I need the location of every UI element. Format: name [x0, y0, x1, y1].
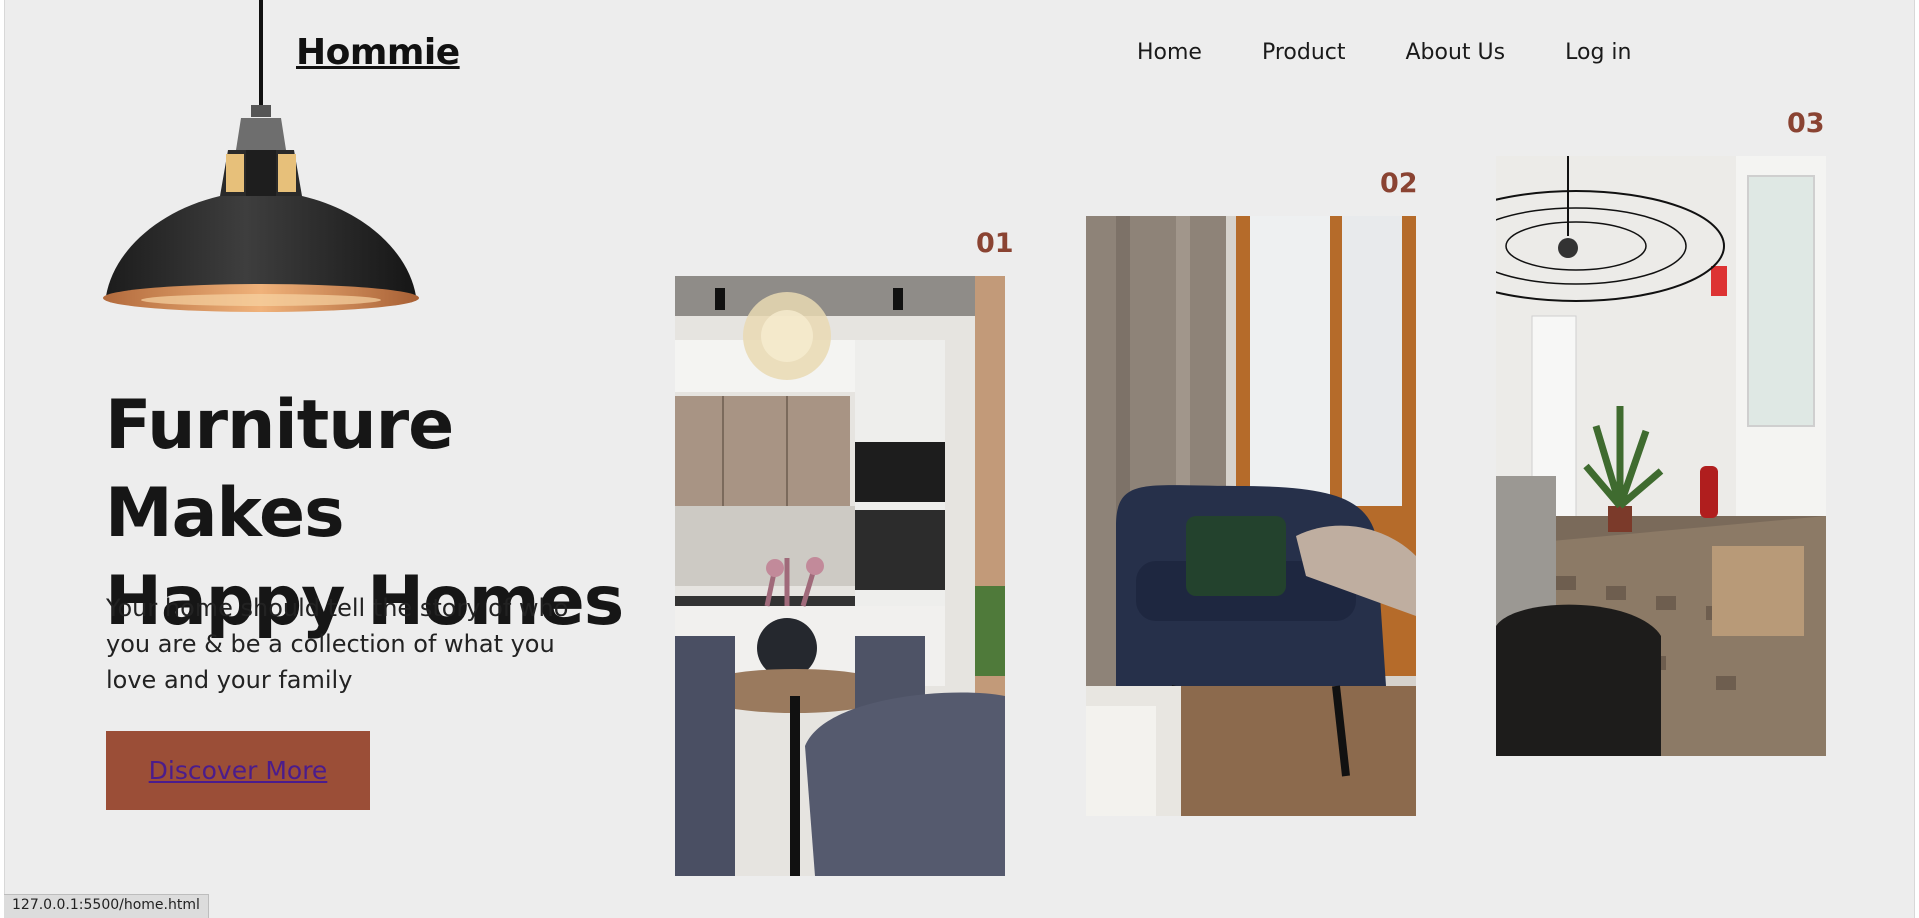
nav-about-us[interactable]: About Us [1406, 40, 1506, 65]
status-bar-url: 127.0.0.1:5500/home.html [4, 894, 209, 918]
gallery-number-3: 03 [1787, 108, 1825, 139]
gallery-number-2: 02 [1380, 168, 1418, 199]
kitchen-photo [675, 276, 1005, 876]
nav-home[interactable]: Home [1137, 40, 1202, 65]
armchair-photo [1086, 216, 1416, 816]
hallway-photo [1496, 156, 1826, 756]
main-nav: Home Product About Us Log in [1137, 40, 1691, 65]
nav-product[interactable]: Product [1262, 40, 1346, 65]
hero-headline-line-1: Furniture Makes [105, 386, 454, 553]
hero-subtitle: Your home should tell the story of who y… [106, 594, 569, 694]
brand-logo[interactable]: Hommie [296, 32, 460, 73]
discover-more-button[interactable]: Discover More [106, 731, 370, 810]
gallery-number-1: 01 [976, 228, 1014, 259]
page: Hommie Home Product About Us Log in Furn… [4, 0, 1915, 918]
nav-log-in[interactable]: Log in [1565, 40, 1631, 65]
discover-more-label[interactable]: Discover More [149, 756, 328, 785]
